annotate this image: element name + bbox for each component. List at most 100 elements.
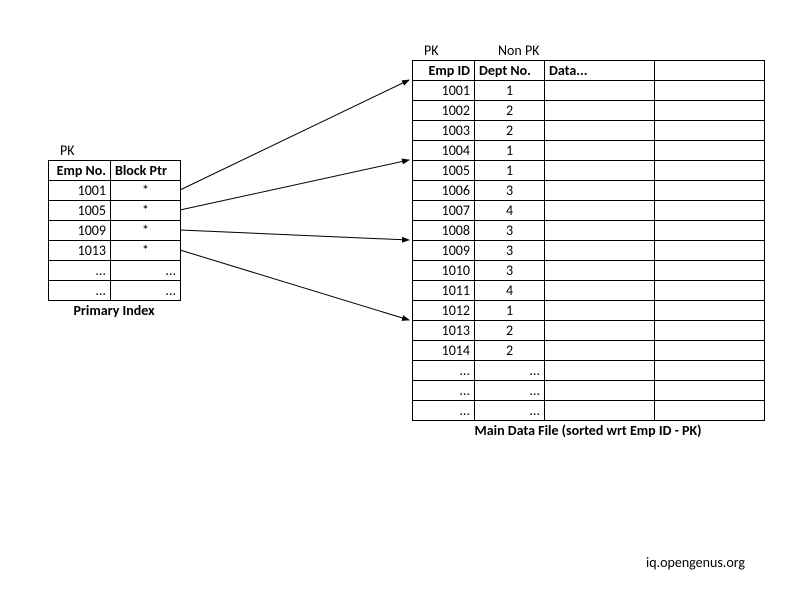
data-nonpk-label: Non PK — [498, 42, 539, 59]
arrow-1005 — [180, 160, 409, 210]
data-dept: 3 — [475, 261, 545, 281]
index-caption: Primary Index — [48, 302, 180, 319]
data-blank — [545, 241, 655, 261]
data-empid: 1007 — [413, 201, 475, 221]
data-blank — [655, 361, 765, 381]
data-blank — [545, 161, 655, 181]
data-header-row: Emp ID Dept No. Data... — [413, 61, 765, 81]
data-empid: ... — [413, 361, 475, 381]
data-blank — [545, 281, 655, 301]
data-row: 10142 — [413, 341, 765, 361]
data-row: 10132 — [413, 321, 765, 341]
data-dept: 1 — [475, 141, 545, 161]
data-empid: 1009 — [413, 241, 475, 261]
data-row: 10063 — [413, 181, 765, 201]
data-row: 10022 — [413, 101, 765, 121]
arrow-1009 — [180, 230, 409, 240]
index-ptr: * — [111, 201, 181, 221]
data-blank — [545, 221, 655, 241]
data-header-empid: Emp ID — [413, 61, 475, 81]
data-blank — [545, 341, 655, 361]
index-row: ...... — [49, 261, 181, 281]
data-blank — [655, 121, 765, 141]
index-empno: ... — [49, 261, 111, 281]
data-blank — [655, 241, 765, 261]
index-ptr: * — [111, 241, 181, 261]
index-header-blockptr: Block Ptr — [111, 161, 181, 181]
index-empno: 1005 — [49, 201, 111, 221]
data-row: 10114 — [413, 281, 765, 301]
data-empid: 1006 — [413, 181, 475, 201]
data-row: ...... — [413, 401, 765, 421]
data-blank — [655, 381, 765, 401]
data-row: 10083 — [413, 221, 765, 241]
index-row: 1001* — [49, 181, 181, 201]
data-empid: 1002 — [413, 101, 475, 121]
data-dept: 2 — [475, 101, 545, 121]
data-dept: 4 — [475, 201, 545, 221]
data-blank — [545, 121, 655, 141]
data-row: 10051 — [413, 161, 765, 181]
data-dept: 2 — [475, 321, 545, 341]
data-blank — [655, 161, 765, 181]
data-empid: 1005 — [413, 161, 475, 181]
index-row: 1009* — [49, 221, 181, 241]
data-empid: 1010 — [413, 261, 475, 281]
data-dept: 2 — [475, 341, 545, 361]
data-dept: 1 — [475, 81, 545, 101]
index-ptr: ... — [111, 261, 181, 281]
index-empno: 1001 — [49, 181, 111, 201]
data-header-data: Data... — [545, 61, 655, 81]
primary-index-table: Emp No. Block Ptr 1001* 1005* 1009* 1013… — [48, 160, 181, 301]
data-blank — [655, 281, 765, 301]
data-empid: 1011 — [413, 281, 475, 301]
data-blank — [655, 261, 765, 281]
data-blank — [545, 321, 655, 341]
data-empid: 1012 — [413, 301, 475, 321]
data-empid: 1004 — [413, 141, 475, 161]
data-dept: 3 — [475, 181, 545, 201]
data-blank — [655, 221, 765, 241]
index-header-empno: Emp No. — [49, 161, 111, 181]
data-dept: 4 — [475, 281, 545, 301]
data-dept: ... — [475, 361, 545, 381]
data-empid: 1003 — [413, 121, 475, 141]
index-pk-label: PK — [60, 142, 75, 159]
data-blank — [545, 141, 655, 161]
data-blank — [655, 81, 765, 101]
data-row: 10121 — [413, 301, 765, 321]
index-header-row: Emp No. Block Ptr — [49, 161, 181, 181]
data-row: ...... — [413, 381, 765, 401]
index-row: ...... — [49, 281, 181, 301]
data-blank — [655, 301, 765, 321]
data-blank — [655, 181, 765, 201]
data-caption: Main Data File (sorted wrt Emp ID - PK) — [412, 422, 764, 439]
data-row: 10093 — [413, 241, 765, 261]
data-blank — [545, 361, 655, 381]
data-blank — [545, 261, 655, 281]
main-data-file-table: Emp ID Dept No. Data... 10011 10022 1003… — [412, 60, 765, 421]
index-ptr: * — [111, 221, 181, 241]
data-blank — [655, 201, 765, 221]
data-dept: 1 — [475, 301, 545, 321]
data-dept: 3 — [475, 221, 545, 241]
data-header-blank — [655, 61, 765, 81]
data-empid: 1013 — [413, 321, 475, 341]
data-blank — [655, 321, 765, 341]
data-dept: ... — [475, 401, 545, 421]
data-blank — [545, 401, 655, 421]
data-blank — [655, 101, 765, 121]
data-row: 10011 — [413, 81, 765, 101]
data-row: 10041 — [413, 141, 765, 161]
data-empid: ... — [413, 381, 475, 401]
data-blank — [545, 381, 655, 401]
data-row: ...... — [413, 361, 765, 381]
data-empid: 1014 — [413, 341, 475, 361]
data-empid: 1001 — [413, 81, 475, 101]
index-ptr: * — [111, 181, 181, 201]
data-blank — [545, 181, 655, 201]
data-blank — [545, 101, 655, 121]
footer-credit: iq.opengenus.org — [646, 554, 745, 571]
data-blank — [655, 341, 765, 361]
index-row: 1013* — [49, 241, 181, 261]
